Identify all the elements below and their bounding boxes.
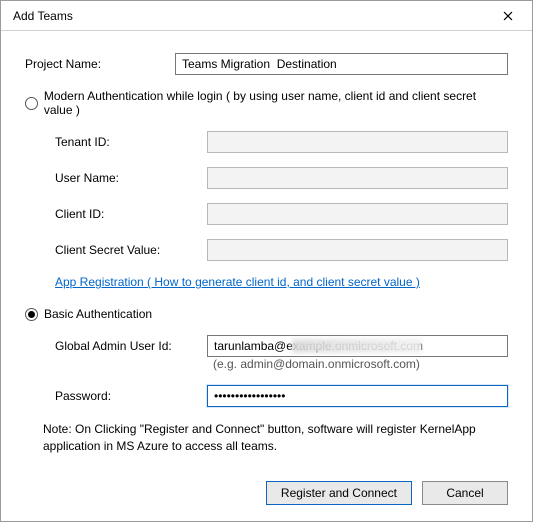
userid-label: Global Admin User Id: bbox=[37, 339, 207, 353]
project-name-input[interactable] bbox=[175, 53, 508, 75]
username-label: User Name: bbox=[37, 171, 207, 185]
close-icon bbox=[503, 11, 513, 21]
userid-hint: (e.g. admin@domain.onmicrosoft.com) bbox=[207, 357, 508, 371]
basic-auth-radio[interactable] bbox=[25, 308, 38, 321]
dialog-content: Project Name: Modern Authentication whil… bbox=[1, 31, 532, 469]
userid-input[interactable] bbox=[207, 335, 508, 357]
cancel-button[interactable]: Cancel bbox=[422, 481, 508, 505]
titlebar: Add Teams bbox=[1, 1, 532, 31]
project-name-label: Project Name: bbox=[25, 57, 175, 71]
basic-auth-group: Global Admin User Id: (e.g. admin@domain… bbox=[25, 335, 508, 407]
register-connect-button[interactable]: Register and Connect bbox=[266, 481, 412, 505]
tenant-id-label: Tenant ID: bbox=[37, 135, 207, 149]
clientsecret-input bbox=[207, 239, 508, 261]
add-teams-dialog: Add Teams Project Name: Modern Authentic… bbox=[0, 0, 533, 522]
dialog-footer: Register and Connect Cancel bbox=[1, 469, 532, 521]
modern-auth-radio[interactable] bbox=[25, 97, 38, 110]
modern-auth-group: Tenant ID: User Name: Client ID: Client … bbox=[25, 131, 508, 289]
register-note: Note: On Clicking "Register and Connect"… bbox=[43, 421, 508, 456]
password-label: Password: bbox=[37, 389, 207, 403]
username-input bbox=[207, 167, 508, 189]
clientid-input bbox=[207, 203, 508, 225]
close-button[interactable] bbox=[492, 4, 524, 28]
modern-auth-radio-label[interactable]: Modern Authentication while login ( by u… bbox=[44, 89, 508, 117]
clientsecret-label: Client Secret Value: bbox=[37, 243, 207, 257]
basic-auth-radio-label[interactable]: Basic Authentication bbox=[44, 307, 152, 321]
tenant-id-input bbox=[207, 131, 508, 153]
password-input[interactable] bbox=[207, 385, 508, 407]
app-registration-link[interactable]: App Registration ( How to generate clien… bbox=[55, 275, 420, 289]
dialog-title: Add Teams bbox=[13, 9, 492, 23]
clientid-label: Client ID: bbox=[37, 207, 207, 221]
